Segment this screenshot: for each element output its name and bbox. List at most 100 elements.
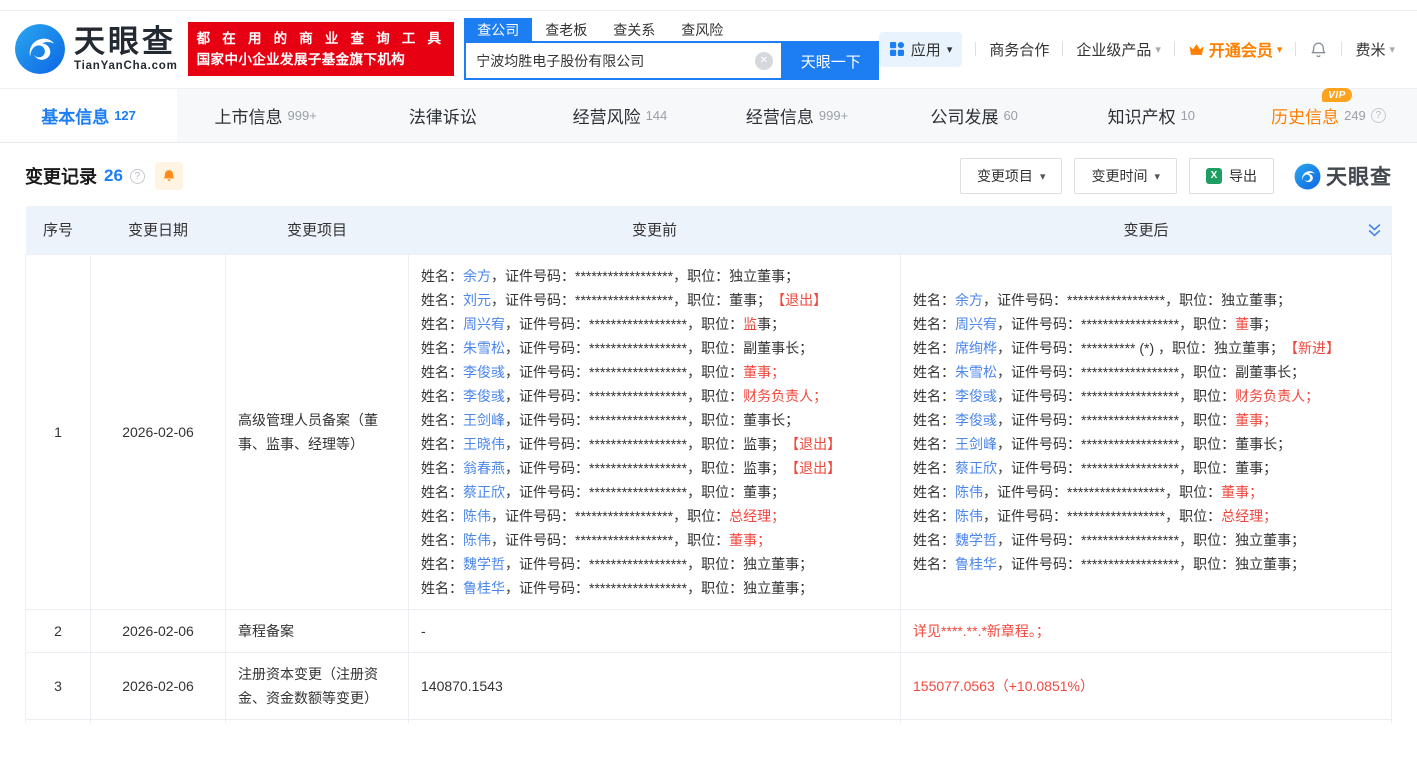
- line-text: 姓名：: [421, 292, 463, 308]
- tab-listing-info[interactable]: 上市信息 999+: [177, 89, 354, 142]
- section-count: 26: [104, 166, 123, 186]
- person-name-link[interactable]: 朱雪松: [463, 340, 505, 356]
- person-name-link[interactable]: 翁春燕: [463, 460, 505, 476]
- tab-operational-risk[interactable]: 经营风险 144: [531, 89, 708, 142]
- tab-label: 知识产权: [1108, 103, 1176, 128]
- tab-history-info[interactable]: VIP 历史信息 249 ?: [1240, 89, 1417, 142]
- tab-legal-proceedings[interactable]: 法律诉讼: [354, 89, 531, 142]
- change-highlight: 总经理；: [729, 508, 785, 524]
- tab-basic-info[interactable]: 基本信息 127: [0, 89, 177, 142]
- nav-enterprise-label: 企业级产品: [1076, 39, 1151, 60]
- double-chevron-down-icon[interactable]: [1367, 222, 1382, 237]
- section-title: 变更记录: [25, 163, 97, 189]
- line-text: 姓名：: [913, 484, 955, 500]
- filter-change-item-button[interactable]: 变更项目 ▾: [960, 158, 1063, 194]
- chevron-down-icon: ▾: [947, 43, 953, 56]
- person-name-link[interactable]: 席绚桦: [955, 340, 997, 356]
- person-name-link[interactable]: 魏学哲: [463, 556, 505, 572]
- change-record-header: 变更记录 26 ? 变更项目 ▾ 变更时间 ▾ X 导出 天眼查: [25, 158, 1392, 194]
- change-highlight: 董事；: [1235, 412, 1277, 428]
- subscribe-bell-button[interactable]: [155, 162, 183, 190]
- change-highlight: 【退出】: [764, 292, 827, 308]
- line-text: 姓名：: [421, 340, 463, 356]
- apps-menu[interactable]: 应用 ▾: [879, 32, 963, 67]
- help-icon[interactable]: ?: [1371, 108, 1386, 123]
- person-name-link[interactable]: 陈伟: [955, 508, 983, 524]
- nav-divider: [1062, 42, 1063, 56]
- search-tab-boss[interactable]: 查老板: [532, 18, 600, 41]
- line-text: 姓名：: [421, 460, 463, 476]
- line-text: ，证件号码：********** (*) ，职位：独立董事；: [997, 340, 1277, 356]
- line-text: 姓名：: [421, 412, 463, 428]
- line-text: 姓名：: [421, 316, 463, 332]
- person-name-link[interactable]: 蔡正欣: [955, 460, 997, 476]
- help-icon[interactable]: ?: [130, 169, 145, 184]
- line-text: ，证件号码：******************，职位：董事长；: [505, 412, 799, 428]
- notification-bell-icon[interactable]: [1309, 40, 1328, 59]
- row-before-cell: 姓名：余方，证件号码：******************，职位：独立董事；姓名…: [409, 254, 901, 609]
- col-header-after: 变更后: [901, 206, 1392, 254]
- person-name-link[interactable]: 王剑峰: [463, 412, 505, 428]
- user-menu[interactable]: 费米 ▾: [1355, 39, 1395, 60]
- person-name-link[interactable]: 李俊彧: [955, 412, 997, 428]
- row-no: 3: [26, 652, 91, 719]
- open-vip-button[interactable]: 开通会员 ▾: [1188, 37, 1283, 61]
- col-header-item: 变更项目: [226, 206, 409, 254]
- open-vip-label: 开通会员: [1209, 37, 1273, 61]
- line-text: ，证件号码：******************，职位：独立董事；: [997, 532, 1305, 548]
- person-name-link[interactable]: 李俊彧: [463, 388, 505, 404]
- nav-enterprise-products[interactable]: 企业级产品 ▾: [1076, 39, 1161, 60]
- tianyancha-swirl-icon: [14, 23, 66, 75]
- person-name-link[interactable]: 蔡正欣: [463, 484, 505, 500]
- person-name-link[interactable]: 李俊彧: [463, 364, 505, 380]
- line-text: ，证件号码：******************，职位：独立董事；: [983, 292, 1291, 308]
- tab-count: 249: [1344, 108, 1366, 123]
- line-text: 姓名：: [913, 412, 955, 428]
- person-name-link[interactable]: 周兴宥: [955, 316, 997, 332]
- search-tab-relation[interactable]: 查关系: [600, 18, 668, 41]
- person-name-link[interactable]: 李俊彧: [955, 388, 997, 404]
- person-name-link[interactable]: 魏学哲: [955, 532, 997, 548]
- person-name-link[interactable]: 周兴宥: [463, 316, 505, 332]
- tab-business-info[interactable]: 经营信息 999+: [709, 89, 886, 142]
- person-name-link[interactable]: 王晓伟: [463, 436, 505, 452]
- line-text: ，证件号码：******************，职位：: [983, 484, 1221, 500]
- line-text: 姓名：: [421, 556, 463, 572]
- line-text: ，证件号码：******************，职位：监事；: [505, 460, 778, 476]
- nav-business-cooperation[interactable]: 商务合作: [989, 39, 1049, 60]
- search-input[interactable]: [466, 43, 781, 78]
- row-no: 1: [26, 254, 91, 609]
- line-text: ，证件号码：******************，职位：: [505, 364, 743, 380]
- tianyancha-logo[interactable]: 天眼查 TianYanCha.com: [14, 23, 178, 75]
- col-header-after-label: 变更后: [1123, 222, 1168, 239]
- line-text: 姓名：: [913, 316, 955, 332]
- watermark-brand: 天眼查: [1326, 161, 1392, 191]
- person-name-link[interactable]: 余方: [955, 292, 983, 308]
- search-tab-risk[interactable]: 查风险: [668, 18, 736, 41]
- line-text: 姓名：: [913, 292, 955, 308]
- person-name-link[interactable]: 陈伟: [463, 508, 491, 524]
- person-name-link[interactable]: 陈伟: [463, 532, 491, 548]
- person-name-link[interactable]: 陈伟: [955, 484, 983, 500]
- line-text: 姓名：: [913, 340, 955, 356]
- tab-company-development[interactable]: 公司发展 60: [886, 89, 1063, 142]
- export-button[interactable]: X 导出: [1189, 158, 1274, 194]
- chevron-down-icon: ▾: [1040, 170, 1046, 183]
- person-name-link[interactable]: 余方: [463, 268, 491, 284]
- person-name-link[interactable]: 刘元: [463, 292, 491, 308]
- line-text: 姓名：: [913, 388, 955, 404]
- person-name-link[interactable]: 王剑峰: [955, 436, 997, 452]
- search-button[interactable]: 天眼一下: [783, 43, 879, 80]
- line-text: 姓名：: [421, 388, 463, 404]
- line-text: 姓名：: [913, 364, 955, 380]
- tab-intellectual-property[interactable]: 知识产权 10: [1063, 89, 1240, 142]
- person-name-link[interactable]: 朱雪松: [955, 364, 997, 380]
- line-text: 姓名：: [913, 508, 955, 524]
- tab-count: 10: [1181, 108, 1195, 123]
- top-header: 天眼查 TianYanCha.com 都 在 用 的 商 业 查 询 工 具 国…: [0, 0, 1417, 88]
- clear-search-icon[interactable]: ✕: [755, 52, 773, 70]
- filter-change-time-button[interactable]: 变更时间 ▾: [1074, 158, 1177, 194]
- person-name-link[interactable]: 鲁桂华: [955, 556, 997, 572]
- person-name-link[interactable]: 鲁桂华: [463, 580, 505, 596]
- search-tab-company[interactable]: 查公司: [464, 18, 532, 41]
